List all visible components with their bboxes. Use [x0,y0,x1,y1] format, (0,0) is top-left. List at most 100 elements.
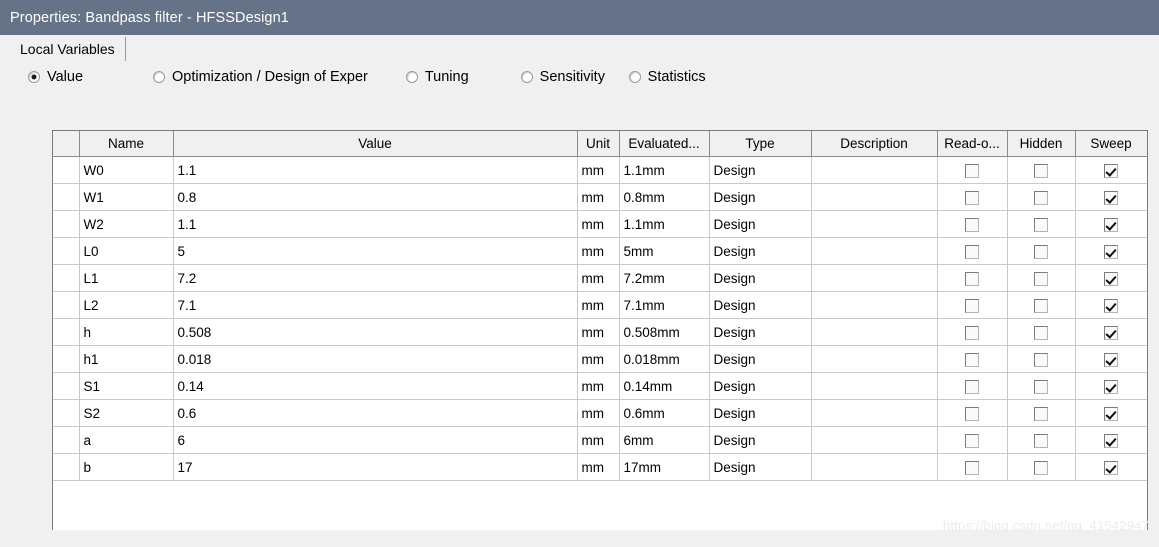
row-selector-cell[interactable] [53,345,80,373]
table-row[interactable]: W1 0.8 mm 0.8mm Design [53,183,1147,211]
cell-unit[interactable]: mm [577,372,620,400]
cell-sweep-checkbox[interactable] [1075,264,1147,292]
checkbox-unchecked-icon[interactable] [1034,244,1048,259]
cell-type[interactable]: Design [709,183,812,211]
cell-value[interactable]: 5 [173,237,578,265]
cell-evaluated[interactable]: 0.6mm [619,399,710,427]
cell-type[interactable]: Design [709,426,812,454]
checkbox-unchecked-icon[interactable] [1034,352,1048,367]
cell-type[interactable]: Design [709,291,812,319]
cell-name[interactable]: W2 [79,210,174,238]
radio-option-value[interactable]: Value [28,69,83,85]
table-row[interactable]: b 17 mm 17mm Design [53,453,1147,481]
cell-unit[interactable]: mm [577,264,620,292]
checkbox-checked-icon[interactable] [1104,379,1118,394]
cell-description[interactable] [811,318,938,346]
cell-unit[interactable]: mm [577,345,620,373]
tab-local-variables[interactable]: Local Variables [10,37,126,61]
cell-hidden-checkbox[interactable] [1007,210,1076,238]
row-selector-cell[interactable] [53,399,80,427]
radio-option-optimization[interactable]: Optimization / Design of Exper [153,69,368,85]
cell-sweep-checkbox[interactable] [1075,426,1147,454]
cell-type[interactable]: Design [709,345,812,373]
row-selector-cell[interactable] [53,210,80,238]
checkbox-unchecked-icon[interactable] [965,298,979,313]
checkbox-checked-icon[interactable] [1104,460,1118,475]
checkbox-unchecked-icon[interactable] [1034,433,1048,448]
cell-hidden-checkbox[interactable] [1007,426,1076,454]
cell-value[interactable]: 1.1 [173,156,578,184]
cell-description[interactable] [811,372,938,400]
checkbox-unchecked-icon[interactable] [965,433,979,448]
cell-evaluated[interactable]: 7.1mm [619,291,710,319]
row-selector-cell[interactable] [53,237,80,265]
cell-type[interactable]: Design [709,237,812,265]
cell-evaluated[interactable]: 0.14mm [619,372,710,400]
cell-readonly-checkbox[interactable] [937,372,1008,400]
cell-readonly-checkbox[interactable] [937,453,1008,481]
cell-evaluated[interactable]: 1.1mm [619,156,710,184]
table-row[interactable]: L1 7.2 mm 7.2mm Design [53,264,1147,292]
cell-readonly-checkbox[interactable] [937,264,1008,292]
radio-option-statistics[interactable]: Statistics [628,69,706,85]
table-row[interactable]: L2 7.1 mm 7.1mm Design [53,291,1147,319]
cell-sweep-checkbox[interactable] [1075,156,1147,184]
radio-indicator-optimization[interactable] [153,71,166,83]
cell-value[interactable]: 1.1 [173,210,578,238]
checkbox-unchecked-icon[interactable] [965,406,979,421]
checkbox-unchecked-icon[interactable] [1034,460,1048,475]
cell-name[interactable]: L1 [79,264,174,292]
cell-readonly-checkbox[interactable] [937,399,1008,427]
cell-value[interactable]: 0.6 [173,399,578,427]
cell-hidden-checkbox[interactable] [1007,345,1076,373]
row-selector-cell[interactable] [53,318,80,346]
checkbox-unchecked-icon[interactable] [965,325,979,340]
cell-hidden-checkbox[interactable] [1007,264,1076,292]
cell-unit[interactable]: mm [577,210,620,238]
radio-indicator-value[interactable] [28,71,40,83]
table-row[interactable]: S2 0.6 mm 0.6mm Design [53,399,1147,427]
checkbox-checked-icon[interactable] [1104,406,1118,421]
cell-evaluated[interactable]: 0.508mm [619,318,710,346]
cell-evaluated[interactable]: 0.018mm [619,345,710,373]
radio-indicator-tuning[interactable] [405,71,418,83]
checkbox-checked-icon[interactable] [1104,352,1118,367]
column-header-readonly[interactable]: Read-o... [937,131,1008,157]
cell-type[interactable]: Design [709,264,812,292]
cell-description[interactable] [811,399,938,427]
cell-name[interactable]: h [79,318,174,346]
cell-sweep-checkbox[interactable] [1075,210,1147,238]
cell-sweep-checkbox[interactable] [1075,183,1147,211]
cell-type[interactable]: Design [709,156,812,184]
checkbox-unchecked-icon[interactable] [1034,406,1048,421]
row-selector-cell[interactable] [53,453,80,481]
checkbox-checked-icon[interactable] [1104,325,1118,340]
cell-evaluated[interactable]: 0.8mm [619,183,710,211]
cell-sweep-checkbox[interactable] [1075,291,1147,319]
row-selector-cell[interactable] [53,183,80,211]
cell-value[interactable]: 7.1 [173,291,578,319]
cell-evaluated[interactable]: 6mm [619,426,710,454]
cell-readonly-checkbox[interactable] [937,345,1008,373]
cell-type[interactable]: Design [709,210,812,238]
cell-readonly-checkbox[interactable] [937,183,1008,211]
cell-value[interactable]: 17 [173,453,578,481]
cell-value[interactable]: 0.018 [173,345,578,373]
cell-description[interactable] [811,264,938,292]
checkbox-unchecked-icon[interactable] [1034,379,1048,394]
checkbox-unchecked-icon[interactable] [1034,298,1048,313]
checkbox-unchecked-icon[interactable] [1034,190,1048,205]
checkbox-unchecked-icon[interactable] [965,244,979,259]
table-row[interactable]: L0 5 mm 5mm Design [53,237,1147,265]
checkbox-checked-icon[interactable] [1104,190,1118,205]
cell-sweep-checkbox[interactable] [1075,453,1147,481]
cell-type[interactable]: Design [709,399,812,427]
checkbox-unchecked-icon[interactable] [965,190,979,205]
cell-readonly-checkbox[interactable] [937,210,1008,238]
cell-name[interactable]: L2 [79,291,174,319]
checkbox-checked-icon[interactable] [1104,163,1118,178]
cell-unit[interactable]: mm [577,453,620,481]
checkbox-unchecked-icon[interactable] [965,217,979,232]
cell-unit[interactable]: mm [577,183,620,211]
checkbox-unchecked-icon[interactable] [965,271,979,286]
